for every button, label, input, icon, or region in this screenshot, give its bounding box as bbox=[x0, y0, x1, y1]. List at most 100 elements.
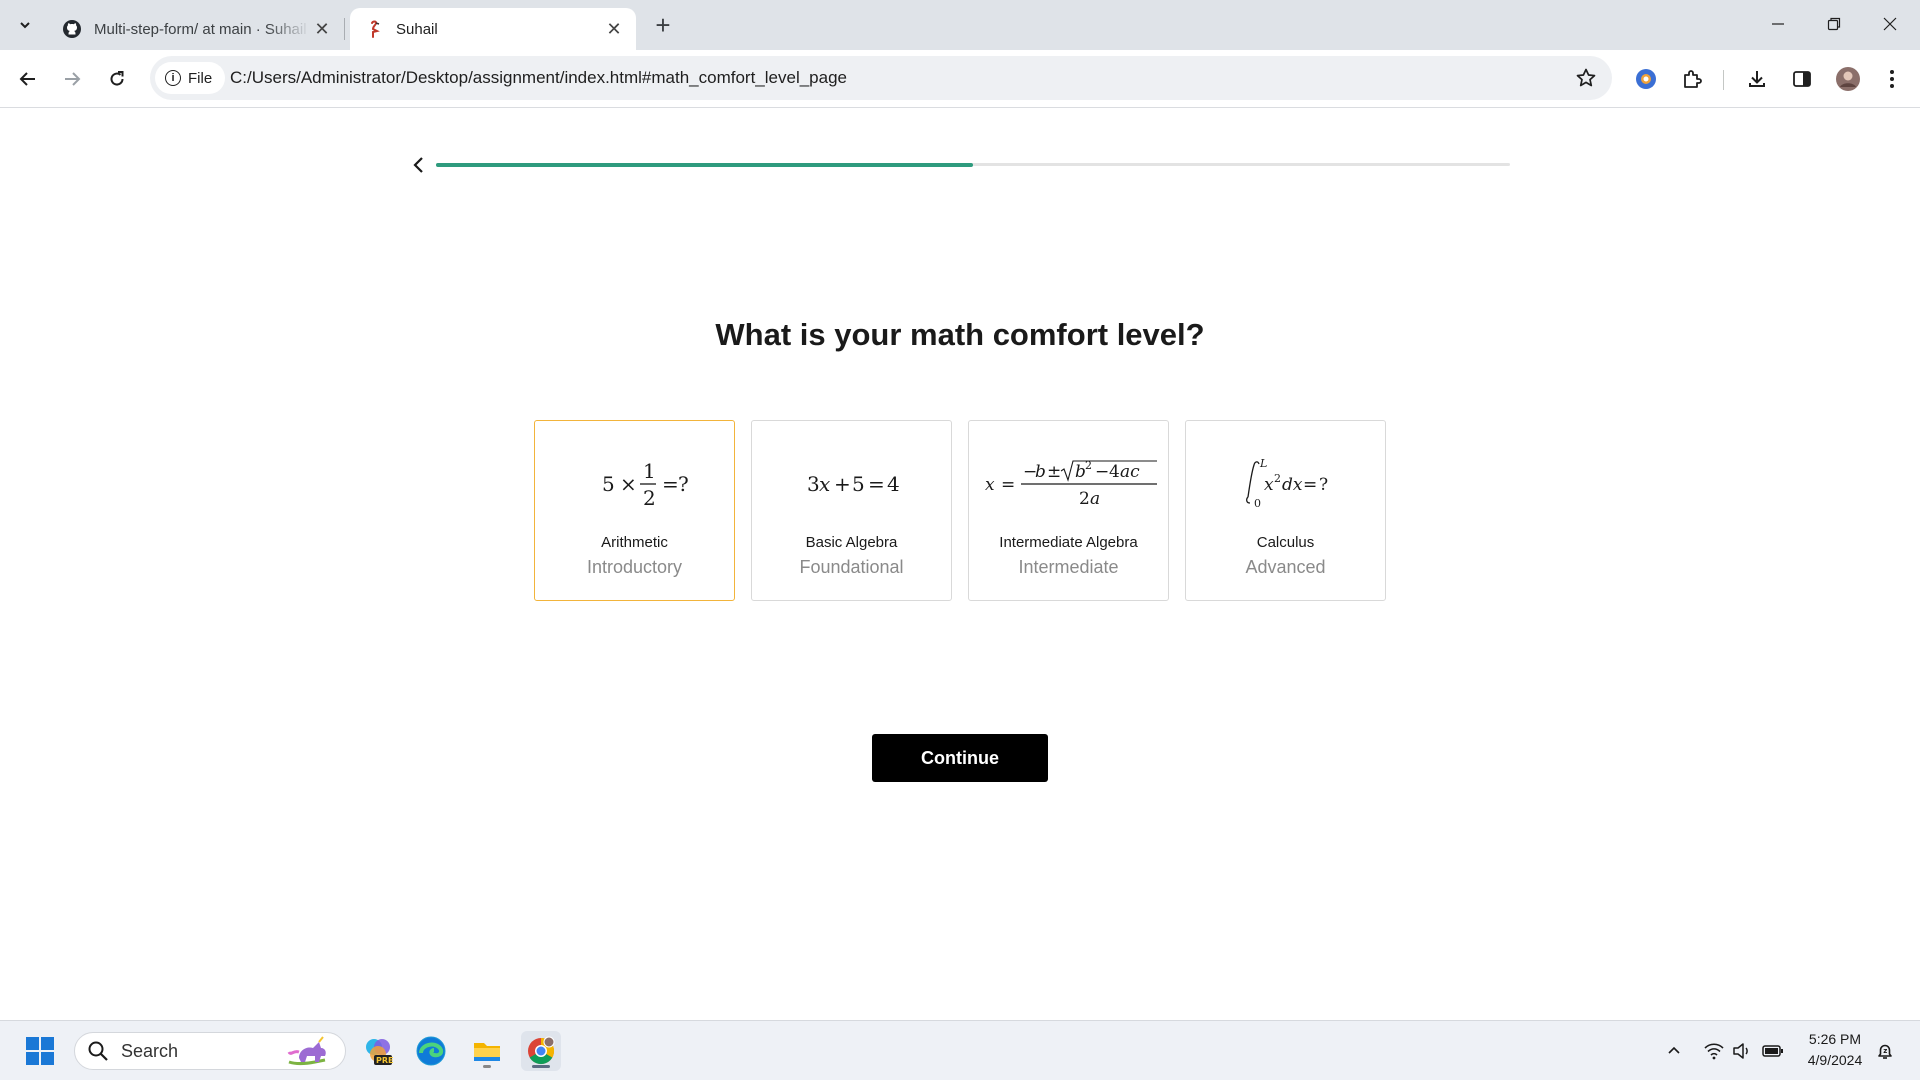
option-label: Intermediate Algebra bbox=[999, 534, 1138, 551]
option-level: Advanced bbox=[1245, 557, 1326, 577]
svg-text:×: × bbox=[620, 472, 637, 496]
svg-text:0: 0 bbox=[1254, 497, 1261, 510]
search-label: Search bbox=[121, 1040, 179, 1061]
quadratic-formula: x = − b ± b 2 − 4 ac 2 a bbox=[969, 453, 1168, 513]
wifi-icon[interactable] bbox=[1703, 1040, 1725, 1062]
new-tab-plus-icon[interactable]: + bbox=[648, 10, 678, 40]
copilot-pre-icon[interactable]: PRE bbox=[358, 1031, 398, 1071]
extensions-puzzle-icon[interactable] bbox=[1676, 63, 1708, 95]
option-label: Calculus bbox=[1256, 534, 1315, 551]
svg-text:b: b bbox=[1035, 462, 1046, 482]
tray-overflow-chevron-icon[interactable] bbox=[1663, 1040, 1685, 1062]
volume-icon[interactable] bbox=[1731, 1040, 1753, 1062]
option-level: Foundational bbox=[799, 557, 904, 577]
svg-text:a: a bbox=[1090, 489, 1100, 509]
address-bar[interactable]: i File C:/Users/Administrator/Desktop/as… bbox=[150, 56, 1612, 100]
battery-icon[interactable] bbox=[1762, 1040, 1784, 1062]
svg-text:4: 4 bbox=[887, 472, 900, 496]
progress-bar-fill bbox=[436, 162, 973, 167]
edge-browser-icon[interactable] bbox=[411, 1031, 451, 1071]
svg-text:?: ? bbox=[678, 472, 689, 496]
system-clock[interactable]: 5:26 PM 4/9/2024 bbox=[1800, 1029, 1870, 1071]
profile-avatar-icon[interactable] bbox=[1832, 63, 1864, 95]
windows-start-icon[interactable] bbox=[20, 1031, 60, 1071]
svg-text:+: + bbox=[834, 472, 851, 496]
toolbar-separator bbox=[1723, 70, 1724, 90]
svg-text:2: 2 bbox=[643, 486, 656, 510]
info-icon: i bbox=[165, 70, 181, 86]
svg-text:2: 2 bbox=[1079, 489, 1090, 509]
svg-text:5: 5 bbox=[602, 472, 615, 496]
page-title: What is your math comfort level? bbox=[715, 317, 1205, 352]
svg-text:x: x bbox=[819, 472, 830, 496]
integral-formula: L 0 x 2 dx = ? bbox=[1186, 453, 1385, 513]
taskbar-search-box[interactable]: Search bbox=[74, 1032, 346, 1070]
side-panel-icon[interactable] bbox=[1786, 63, 1818, 95]
option-level: Intermediate bbox=[1018, 557, 1119, 577]
svg-text:−: − bbox=[1095, 462, 1109, 482]
option-card-intermediate-algebra[interactable]: x = − b ± b 2 − 4 ac 2 a Intermediate Al… bbox=[968, 420, 1169, 601]
close-tab-icon[interactable]: ✕ bbox=[602, 17, 626, 41]
notification-bell-icon[interactable]: z bbox=[1874, 1040, 1896, 1062]
back-chevron-icon[interactable] bbox=[406, 152, 430, 178]
minimize-icon[interactable] bbox=[1750, 0, 1806, 48]
option-card-arithmetic[interactable]: 5 × 1 2 = ? Arithmetic Introductory bbox=[534, 420, 735, 601]
github-icon bbox=[62, 19, 82, 39]
close-tab-icon[interactable]: ✕ bbox=[310, 17, 334, 41]
svg-text:5: 5 bbox=[852, 472, 865, 496]
basic-algebra-formula: 3 x + 5 = 4 bbox=[752, 453, 951, 513]
site-info-chip[interactable]: i File bbox=[155, 62, 225, 94]
search-icon bbox=[88, 1041, 108, 1061]
svg-text:2: 2 bbox=[1274, 472, 1281, 485]
reload-icon[interactable] bbox=[101, 63, 133, 95]
svg-text:1: 1 bbox=[643, 459, 656, 483]
tab-strip: Multi-step-form/ at main · Suhail ✕ Suha… bbox=[0, 0, 1920, 50]
windows-taskbar: Search PRE 5:26 PM 4/9/2024 z bbox=[0, 1020, 1920, 1080]
svg-text:x: x bbox=[1264, 475, 1274, 495]
tab-title: Multi-step-form/ at main · Suhail bbox=[94, 20, 307, 38]
svg-text:=: = bbox=[1303, 475, 1317, 495]
bookmark-star-icon[interactable] bbox=[1574, 66, 1598, 90]
search-highlight-unicorn-icon bbox=[287, 1036, 326, 1065]
svg-text:dx: dx bbox=[1282, 475, 1303, 495]
svg-text:L: L bbox=[1259, 457, 1267, 470]
running-indicator bbox=[483, 1065, 491, 1068]
svg-text:2: 2 bbox=[1085, 459, 1092, 472]
svg-text:?: ? bbox=[1319, 475, 1328, 495]
arithmetic-formula: 5 × 1 2 = ? bbox=[535, 453, 734, 513]
option-card-basic-algebra[interactable]: 3 x + 5 = 4 Basic Algebra Foundational bbox=[751, 420, 952, 601]
extension-badge-icon[interactable] bbox=[1630, 63, 1662, 95]
svg-text:±: ± bbox=[1047, 462, 1061, 482]
svg-text:=: = bbox=[868, 472, 885, 496]
svg-text:PRE: PRE bbox=[376, 1056, 394, 1065]
svg-text:z: z bbox=[1883, 1047, 1887, 1055]
progress-bar bbox=[436, 162, 1510, 167]
svg-text:=: = bbox=[662, 472, 679, 496]
file-chip-label: File bbox=[188, 69, 213, 87]
menu-kebab-icon[interactable] bbox=[1876, 63, 1908, 95]
restore-icon[interactable] bbox=[1806, 0, 1862, 48]
tab-github[interactable]: Multi-step-form/ at main · Suhail ✕ bbox=[48, 8, 344, 50]
tab-suhail[interactable]: Suhail ✕ bbox=[350, 8, 636, 50]
active-indicator bbox=[532, 1065, 550, 1068]
url-text[interactable]: C:/Users/Administrator/Desktop/assignmen… bbox=[230, 68, 847, 88]
download-icon[interactable] bbox=[1741, 63, 1773, 95]
page-content: What is your math comfort level? 5 × 1 2… bbox=[0, 109, 1920, 1020]
continue-button[interactable]: Continue bbox=[872, 734, 1048, 782]
close-window-icon[interactable] bbox=[1862, 0, 1918, 48]
browser-toolbar: i File C:/Users/Administrator/Desktop/as… bbox=[0, 50, 1920, 108]
option-label: Arithmetic bbox=[601, 534, 668, 551]
chrome-browser-icon[interactable] bbox=[521, 1031, 561, 1071]
flamingo-icon bbox=[364, 19, 384, 39]
svg-text:ac: ac bbox=[1120, 462, 1140, 482]
file-explorer-icon[interactable] bbox=[467, 1031, 507, 1071]
tab-search-chevron-icon[interactable] bbox=[10, 10, 40, 40]
option-card-calculus[interactable]: L 0 x 2 dx = ? Calculus Advanced bbox=[1185, 420, 1386, 601]
forward-arrow-icon[interactable] bbox=[56, 63, 88, 95]
option-level: Introductory bbox=[586, 557, 683, 577]
option-label: Basic Algebra bbox=[805, 534, 898, 551]
tab-title: Suhail bbox=[396, 20, 438, 38]
back-arrow-icon[interactable] bbox=[12, 63, 44, 95]
svg-text:4: 4 bbox=[1109, 462, 1120, 482]
svg-text:3: 3 bbox=[807, 472, 820, 496]
